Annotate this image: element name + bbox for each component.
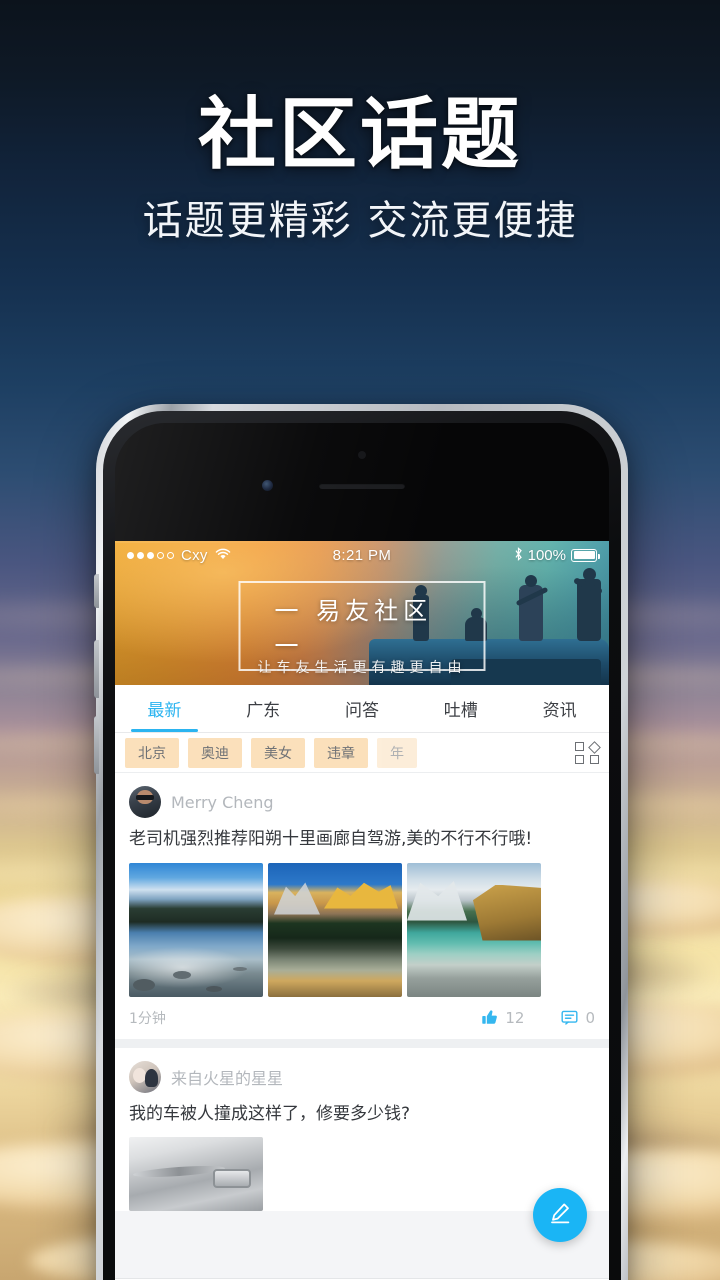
hero-headings: 社区话题 话题更精彩 交流更便捷	[0, 0, 720, 246]
avatar-wedding-couple[interactable]	[129, 1060, 161, 1093]
battery-percent: 100%	[527, 546, 566, 564]
status-bar: Cxy 8:21 PM 100%	[115, 541, 609, 569]
post-header: 来自火星的星星	[129, 1060, 595, 1094]
tab-rant[interactable]: 吐槽	[411, 685, 510, 732]
post-item[interactable]: Merry Cheng 老司机强烈推荐阳朔十里画廊自驾游,美的不行不行哦! 1分…	[115, 773, 609, 1039]
post-image-grid	[129, 862, 595, 997]
post-author-name: Merry Cheng	[171, 792, 274, 812]
phone-body: Cxy 8:21 PM 100% 一 易友社区 一 让车友生活更有趣更自由 最新…	[103, 411, 621, 1280]
phone-screen: Cxy 8:21 PM 100% 一 易友社区 一 让车友生活更有趣更自由 最新…	[115, 541, 609, 1280]
bluetooth-icon	[514, 546, 523, 564]
post-timestamp: 1分钟	[129, 1010, 166, 1027]
phone-mockup: Cxy 8:21 PM 100% 一 易友社区 一 让车友生活更有趣更自由 最新…	[94, 404, 628, 1280]
post-image-dented-car-door[interactable]	[129, 1137, 263, 1211]
tag-chip-violation[interactable]: 违章	[314, 737, 368, 768]
like-stat[interactable]: 12	[480, 1008, 524, 1027]
page-subtitle: 话题更精彩 交流更便捷	[142, 197, 578, 244]
grid-view-icon[interactable]	[575, 740, 601, 764]
comment-stat[interactable]: 0	[560, 1008, 595, 1027]
post-image-lake-with-clouds[interactable]	[129, 862, 263, 997]
comment-count: 0	[585, 1008, 595, 1027]
tab-guangdong[interactable]: 广东	[214, 685, 313, 732]
post-image-golden-mountains[interactable]	[268, 862, 402, 997]
like-count: 12	[505, 1008, 525, 1027]
post-header: Merry Cheng	[129, 785, 595, 819]
volume-down-button[interactable]	[94, 716, 99, 774]
tab-news[interactable]: 资讯	[510, 685, 609, 732]
proximity-sensor-icon	[358, 451, 366, 459]
post-image-turquoise-lake[interactable]	[407, 862, 541, 997]
tag-chip-beauty[interactable]: 美女	[251, 737, 305, 768]
brand-name: 一 易友社区 一	[274, 597, 433, 660]
status-bar-right: 100%	[514, 546, 600, 564]
person-head-silhouette	[525, 575, 537, 587]
post-footer: 1分钟 12 0	[129, 997, 595, 1039]
earpiece-speaker	[319, 483, 405, 489]
tag-chip-partial[interactable]: 年	[377, 737, 417, 768]
category-tabs: 最新 广东 问答 吐槽 资讯	[115, 685, 609, 733]
brand-tagline: 让车友生活更有趣更自由	[257, 660, 467, 676]
post-text: 老司机强烈推荐阳朔十里画廊自驾游,美的不行不行哦!	[129, 829, 533, 849]
tag-chip-beijing[interactable]: 北京	[125, 737, 179, 768]
tag-filter-strip: 北京 奥迪 美女 违章 年	[115, 733, 609, 773]
compose-post-button[interactable]	[533, 1188, 587, 1242]
silent-switch[interactable]	[94, 574, 99, 608]
post-feed: Merry Cheng 老司机强烈推荐阳朔十里画廊自驾游,美的不行不行哦! 1分…	[115, 773, 609, 1211]
volume-up-button[interactable]	[94, 640, 99, 698]
avatar-man-sunglasses[interactable]	[129, 786, 161, 818]
tab-latest[interactable]: 最新	[115, 685, 214, 732]
post-item[interactable]: 来自火星的星星 我的车被人撞成这样了，修要多少钱?	[115, 1047, 609, 1211]
page-title: 社区话题	[197, 90, 522, 180]
phone-glass: Cxy 8:21 PM 100% 一 易友社区 一 让车友生活更有趣更自由 最新…	[115, 423, 609, 1280]
app-banner: Cxy 8:21 PM 100% 一 易友社区 一 让车友生活更有趣更自由	[115, 541, 609, 685]
post-image-grid	[129, 1137, 595, 1211]
comment-icon	[560, 1008, 579, 1027]
battery-full-icon	[571, 548, 600, 562]
post-author-name: 来自火星的星星	[171, 1068, 284, 1088]
front-camera-icon	[262, 480, 273, 491]
tag-chip-audi[interactable]: 奥迪	[188, 737, 242, 768]
post-text: 我的车被人撞成这样了，修要多少钱?	[129, 1103, 411, 1124]
person-head-silhouette	[583, 568, 596, 581]
thumbs-up-icon	[480, 1008, 499, 1027]
pencil-write-icon	[547, 1200, 573, 1231]
tab-qa[interactable]: 问答	[313, 685, 412, 732]
